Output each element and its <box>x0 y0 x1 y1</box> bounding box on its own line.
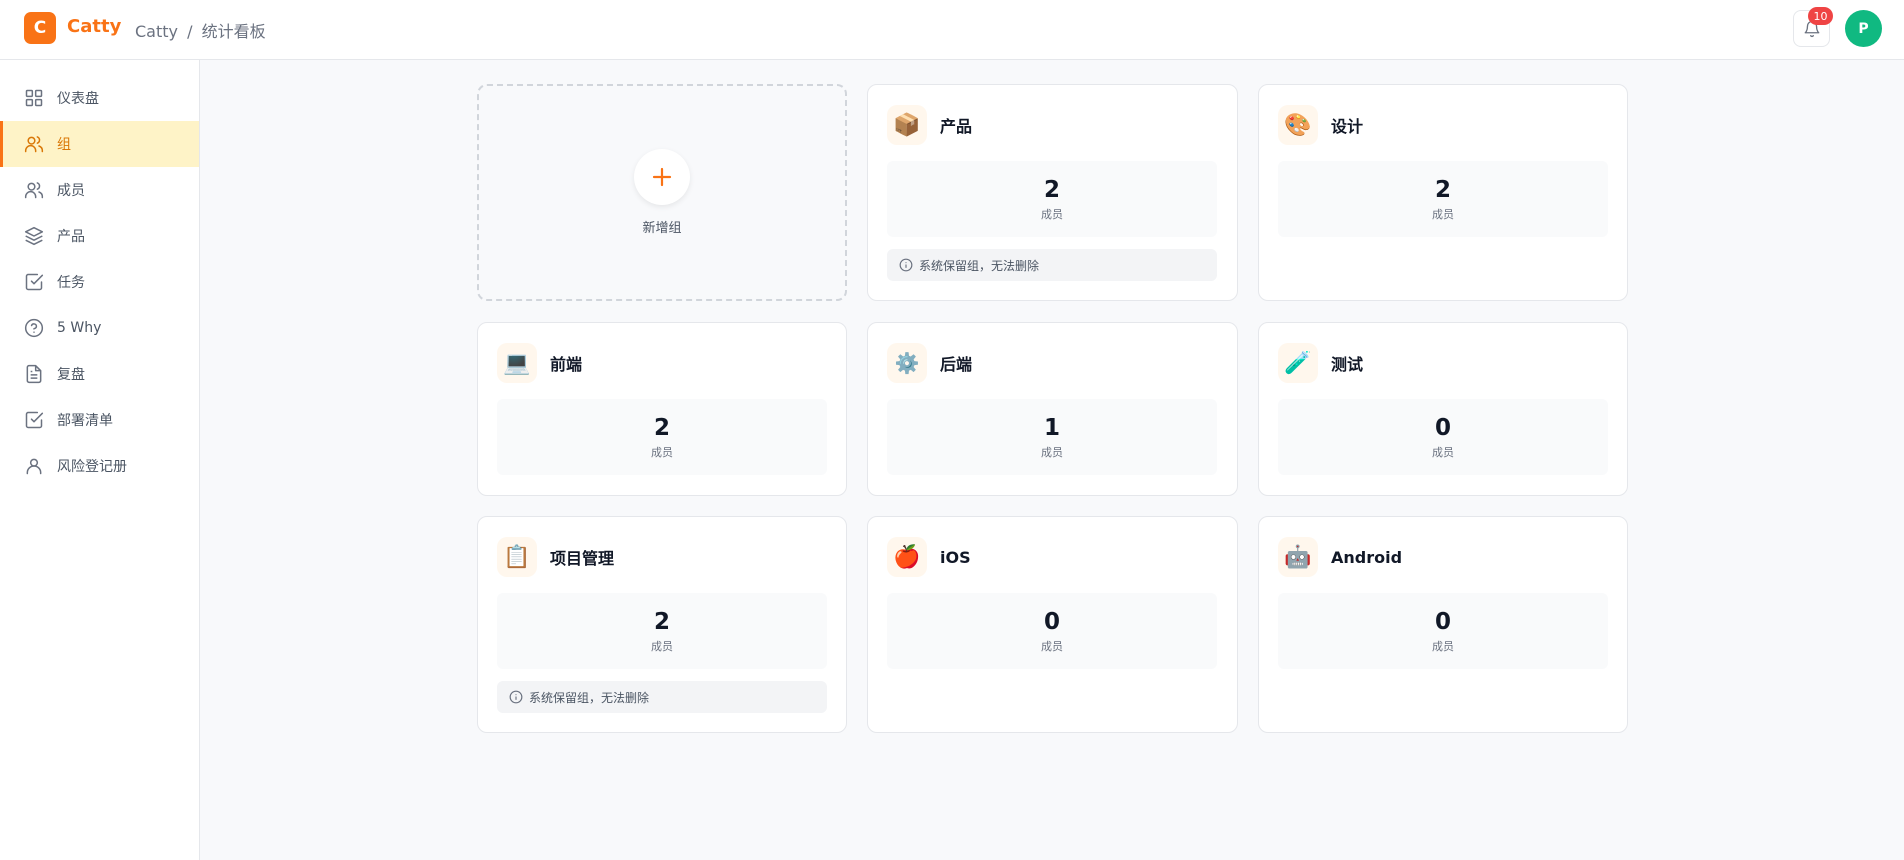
group-card-design[interactable]: 🎨 设计 2 成员 <box>1258 84 1628 301</box>
member-count: 2 <box>653 415 670 441</box>
brand-name[interactable]: Catty <box>67 16 121 37</box>
check-square-icon <box>25 273 44 291</box>
group-card-project-management[interactable]: 📋 项目管理 2 成员 系统保留组，无法删除 <box>477 516 847 733</box>
breadcrumb-current: 统计看板 <box>201 22 266 41</box>
member-count: 0 <box>1434 415 1451 441</box>
group-card-ios[interactable]: 🍎 iOS 0 成员 <box>867 516 1238 733</box>
check-square-icon <box>25 411 44 429</box>
sidebar-item-label: 组 <box>57 137 71 153</box>
member-count-label: 成员 <box>651 446 673 459</box>
group-name: Android <box>1331 547 1403 567</box>
breadcrumb: Catty / 统计看板 <box>135 18 266 42</box>
info-icon <box>509 690 523 704</box>
sidebar-item-label: 复盘 <box>57 367 85 383</box>
sidebar-item-label: 任务 <box>57 275 85 291</box>
member-count-label: 成员 <box>1432 446 1454 459</box>
member-count: 2 <box>1434 177 1451 203</box>
sidebar: 仪表盘 组 成员 产品 任务 5 Why 复盘 部署清单 风险登记册 <box>0 60 200 860</box>
breadcrumb-root[interactable]: Catty <box>135 22 178 41</box>
group-card-frontend[interactable]: 💻 前端 2 成员 <box>477 322 847 496</box>
sidebar-item-products[interactable]: 产品 <box>0 213 199 259</box>
sidebar-item-label: 部署清单 <box>57 413 113 429</box>
member-count: 2 <box>1043 177 1060 203</box>
member-count-label: 成员 <box>1041 446 1063 459</box>
laptop-icon: 💻 <box>497 343 537 383</box>
plus-icon <box>652 167 672 187</box>
member-count-label: 成员 <box>1432 208 1454 221</box>
app-logo[interactable]: C <box>24 12 56 44</box>
user-icon <box>26 458 42 475</box>
sidebar-item-label: 风险登记册 <box>57 459 127 475</box>
top-header: C Catty Catty / 统计看板 10 P <box>0 0 1904 60</box>
member-count: 2 <box>653 609 670 635</box>
group-card-product[interactable]: 📦 产品 2 成员 系统保留组，无法删除 <box>867 84 1238 301</box>
grid-icon <box>25 89 43 107</box>
notification-count-badge: 10 <box>1808 7 1833 25</box>
member-count: 0 <box>1434 609 1451 635</box>
clipboard-icon: 📋 <box>497 537 537 577</box>
breadcrumb-separator: / <box>187 22 193 41</box>
group-name: 后端 <box>940 355 973 374</box>
member-count: 0 <box>1043 609 1060 635</box>
user-avatar[interactable]: P <box>1845 10 1882 47</box>
add-group-label: 新增组 <box>642 221 682 236</box>
sidebar-item-label: 仪表盘 <box>57 91 99 107</box>
sidebar-item-dashboard[interactable]: 仪表盘 <box>0 75 199 121</box>
help-circle-icon <box>24 318 44 338</box>
sidebar-item-deploy-checklist[interactable]: 部署清单 <box>0 397 199 443</box>
group-name: 测试 <box>1331 355 1364 374</box>
sidebar-item-5why[interactable]: 5 Why <box>0 305 199 351</box>
robot-icon: 🤖 <box>1278 537 1318 577</box>
add-group-card[interactable]: 新增组 <box>477 84 847 301</box>
member-count-label: 成员 <box>1041 640 1063 653</box>
users-icon <box>24 136 44 153</box>
member-count-label: 成员 <box>1041 208 1063 221</box>
sidebar-item-review[interactable]: 复盘 <box>0 351 199 397</box>
users-icon <box>24 182 44 199</box>
group-card-backend[interactable]: ⚙️ 后端 1 成员 <box>867 322 1238 496</box>
file-text-icon <box>26 364 42 384</box>
group-name: iOS <box>940 547 971 567</box>
sidebar-item-label: 产品 <box>57 229 85 245</box>
sidebar-item-tasks[interactable]: 任务 <box>0 259 199 305</box>
group-card-android[interactable]: 🤖 Android 0 成员 <box>1258 516 1628 733</box>
group-name: 设计 <box>1331 117 1364 136</box>
reserved-group-note: 系统保留组，无法删除 <box>497 681 827 713</box>
gear-icon: ⚙️ <box>887 343 927 383</box>
group-name: 产品 <box>940 117 973 136</box>
add-group-button[interactable] <box>634 149 690 205</box>
reserved-group-note: 系统保留组，无法删除 <box>887 249 1217 281</box>
apple-icon: 🍎 <box>887 537 927 577</box>
info-icon <box>899 258 913 272</box>
test-tube-icon: 🧪 <box>1278 343 1318 383</box>
palette-icon: 🎨 <box>1278 105 1318 145</box>
group-name: 项目管理 <box>550 549 615 568</box>
member-count: 1 <box>1043 415 1060 441</box>
sidebar-item-label: 成员 <box>57 183 85 199</box>
layers-icon <box>24 226 44 246</box>
package-icon: 📦 <box>887 105 927 145</box>
sidebar-item-members[interactable]: 成员 <box>0 167 199 213</box>
group-name: 前端 <box>550 355 583 374</box>
sidebar-item-label: 5 Why <box>57 320 102 336</box>
sidebar-item-risk-register[interactable]: 风险登记册 <box>0 443 199 489</box>
sidebar-item-groups[interactable]: 组 <box>0 121 199 167</box>
group-card-testing[interactable]: 🧪 测试 0 成员 <box>1258 322 1628 496</box>
member-count-label: 成员 <box>1432 640 1454 653</box>
member-count-label: 成员 <box>651 640 673 653</box>
